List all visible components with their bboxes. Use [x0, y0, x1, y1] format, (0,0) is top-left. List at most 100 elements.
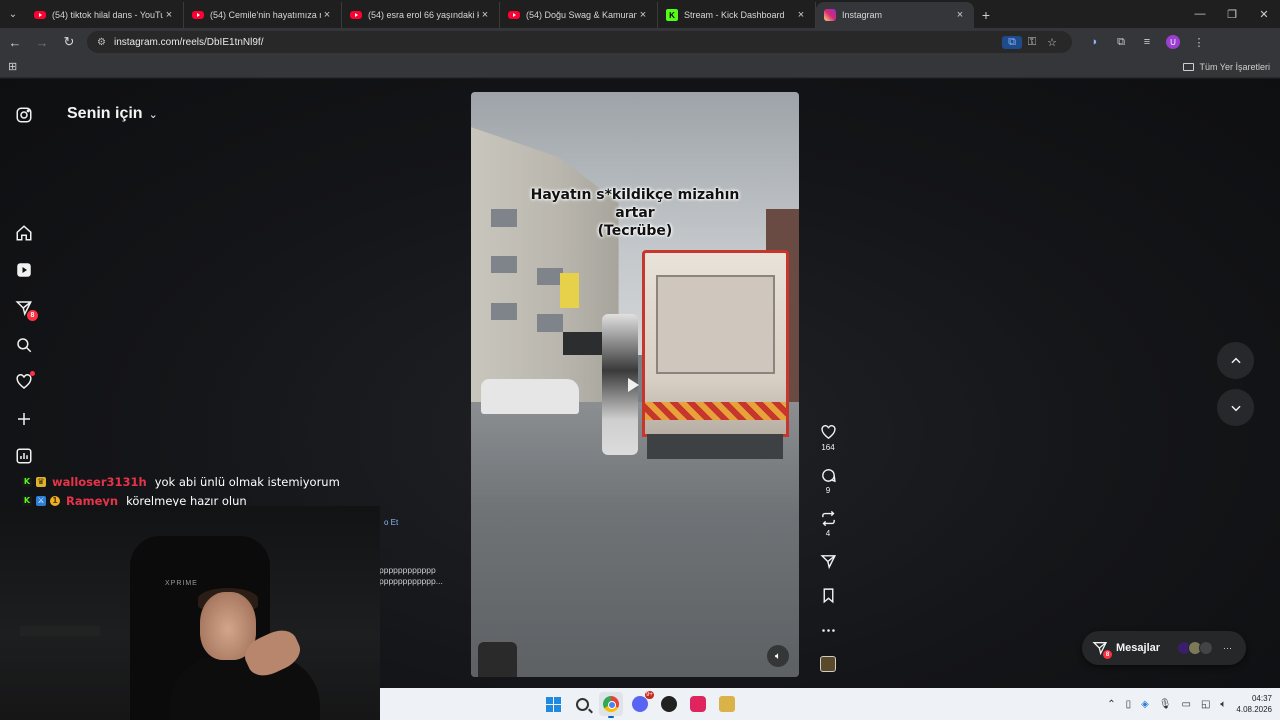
chevron-up-icon[interactable]: ⌃: [1107, 699, 1115, 710]
usb-icon[interactable]: ▯: [1126, 699, 1132, 710]
direct-messages-icon[interactable]: 8: [15, 299, 38, 321]
close-icon[interactable]: ×: [321, 9, 333, 21]
discord-icon: [632, 696, 648, 712]
cast-icon[interactable]: ⧉: [1002, 35, 1022, 49]
taskbar-chrome[interactable]: [599, 692, 623, 718]
new-tab-button[interactable]: +: [974, 2, 998, 28]
close-icon[interactable]: ×: [637, 9, 649, 21]
moderator-badge-icon: ⚔: [36, 495, 46, 506]
minimize-button[interactable]: —: [1184, 0, 1216, 28]
notifications-heart-icon[interactable]: [15, 371, 35, 391]
window-controls: — ❐ ✕: [1184, 0, 1280, 28]
audio-thumbnail: [820, 656, 836, 672]
save-button[interactable]: [813, 587, 843, 604]
repost-icon: [821, 510, 835, 527]
all-bookmarks-button[interactable]: Tüm Yer İşaretleri: [1183, 62, 1270, 72]
url-text[interactable]: instagram.com/reels/DbIE1tnNl9f/: [114, 37, 1002, 48]
display-icon[interactable]: ▭: [1182, 699, 1191, 710]
close-icon[interactable]: ×: [163, 9, 175, 21]
maximize-button[interactable]: ❐: [1216, 0, 1248, 28]
forward-button[interactable]: →: [30, 30, 54, 54]
play-icon[interactable]: [628, 378, 639, 392]
insights-icon[interactable]: [15, 447, 33, 465]
background-text: pppppppppppp pppppppppppp...: [379, 565, 443, 587]
search-icon[interactable]: [15, 336, 33, 354]
chair-logo: XPRIME: [165, 580, 198, 587]
taskbar-app[interactable]: [686, 692, 710, 716]
caption-line: artar: [615, 204, 655, 221]
taskbar-discord[interactable]: 9+: [628, 691, 654, 716]
repost-count: 4: [825, 529, 831, 538]
avatar: [1199, 641, 1214, 655]
send-icon: [819, 555, 836, 570]
media-controls-icon[interactable]: ≡: [1134, 31, 1160, 53]
previous-reel-button[interactable]: [1217, 342, 1254, 379]
site-info-icon[interactable]: ⚙: [97, 37, 106, 48]
next-reel-button[interactable]: [1217, 389, 1254, 426]
bookmark-star-icon[interactable]: ☆: [1042, 36, 1062, 49]
menu-kebab-icon[interactable]: ⋮: [1186, 31, 1212, 53]
app-icon: [719, 696, 735, 712]
shield-icon[interactable]: ◈: [1141, 699, 1149, 710]
reel-video[interactable]: Hayatın s*kildikçe mizahın artar (Tecrüb…: [471, 92, 799, 677]
browser-toolbar: ← → ↻ ⚙ instagram.com/reels/DbIE1tnNl9f/…: [0, 28, 1280, 56]
more-options-button[interactable]: [813, 622, 843, 639]
screen: ⌄ (54) tiktok hilal dans - YouTube × (54…: [0, 0, 1280, 720]
browser-tab[interactable]: (54) esra erol 66 yaşındaki kübı ×: [342, 2, 500, 28]
comment-button[interactable]: 9: [813, 467, 843, 495]
back-button[interactable]: ←: [3, 30, 27, 54]
close-icon[interactable]: ×: [479, 9, 491, 21]
profile-avatar[interactable]: U: [1166, 35, 1180, 49]
home-icon[interactable]: [15, 224, 33, 242]
tab-search-button[interactable]: ⌄: [0, 0, 26, 28]
taskbar-app[interactable]: [715, 692, 739, 716]
messages-label: Mesajlar: [1116, 642, 1161, 654]
browser-tab[interactable]: K Stream - Kick Dashboard ×: [658, 2, 816, 28]
microphone-icon[interactable]: 🎙︎: [1159, 699, 1172, 710]
browser-tab[interactable]: (54) tiktok hilal dans - YouTube ×: [26, 2, 184, 28]
extensions-puzzle-icon[interactable]: ⧉: [1108, 31, 1134, 53]
reload-button[interactable]: ↻: [57, 30, 81, 54]
video-sign: [559, 273, 580, 309]
browser-tab[interactable]: (54) Doğu Swag & Kamuran Ak ×: [500, 2, 658, 28]
feed-selector[interactable]: Senin için ⌄: [67, 105, 158, 123]
truck-stripe: [644, 401, 787, 420]
messages-button[interactable]: 8 Mesajlar ⋯: [1082, 631, 1246, 665]
tab-title: Instagram: [842, 10, 883, 20]
clock[interactable]: 04:37 4.08.2026: [1236, 693, 1272, 715]
building-window: [536, 314, 563, 332]
extension-icon[interactable]: ◗: [1082, 31, 1108, 53]
taskbar-app[interactable]: [657, 692, 681, 716]
chat-message: K ♛ walloser3131h yok abi ünlü olmak ist…: [22, 472, 340, 491]
browser-tab-active[interactable]: Instagram ×: [816, 2, 974, 28]
like-count: 164: [821, 443, 835, 452]
volume-icon[interactable]: 🔈︎: [767, 645, 789, 667]
close-icon[interactable]: ×: [795, 9, 807, 21]
webcam-person-body: [170, 656, 320, 720]
network-icon[interactable]: ◱: [1201, 699, 1210, 710]
start-button[interactable]: [541, 692, 565, 716]
close-window-button[interactable]: ✕: [1248, 0, 1280, 28]
browser-tab[interactable]: (54) Cemile'nin hayatımıza renk ×: [184, 2, 342, 28]
share-button[interactable]: [813, 553, 843, 570]
create-plus-icon[interactable]: [15, 410, 33, 428]
audio-button[interactable]: [813, 656, 843, 672]
taskbar-apps: 9+: [541, 691, 739, 718]
gold-badge-icon: 1: [50, 495, 60, 506]
taskbar-search-button[interactable]: [570, 692, 594, 716]
tab-title: (54) Doğu Swag & Kamuran Ak: [526, 10, 637, 20]
stream-chat-overlay: K ♛ walloser3131h yok abi ünlü olmak ist…: [22, 472, 340, 510]
repost-button[interactable]: 4: [813, 510, 843, 538]
folder-icon: [1183, 62, 1195, 71]
password-key-icon[interactable]: ⚿: [1022, 36, 1042, 49]
address-bar[interactable]: ⚙ instagram.com/reels/DbIE1tnNl9f/ ⧉ ⚿ ☆: [87, 31, 1072, 53]
toolbar-extensions: ◗ ⧉ ≡ U ⋮: [1082, 31, 1212, 53]
app-icon: [690, 696, 706, 712]
reels-icon[interactable]: [15, 261, 33, 279]
like-button[interactable]: 164: [813, 424, 843, 452]
apps-grid-icon[interactable]: ⊞: [8, 60, 17, 73]
volume-icon[interactable]: 🔈︎: [1220, 699, 1226, 710]
close-icon[interactable]: ×: [954, 9, 966, 21]
background-text-line: pppppppppppp...: [379, 576, 443, 586]
instagram-logo-icon[interactable]: [15, 106, 33, 124]
